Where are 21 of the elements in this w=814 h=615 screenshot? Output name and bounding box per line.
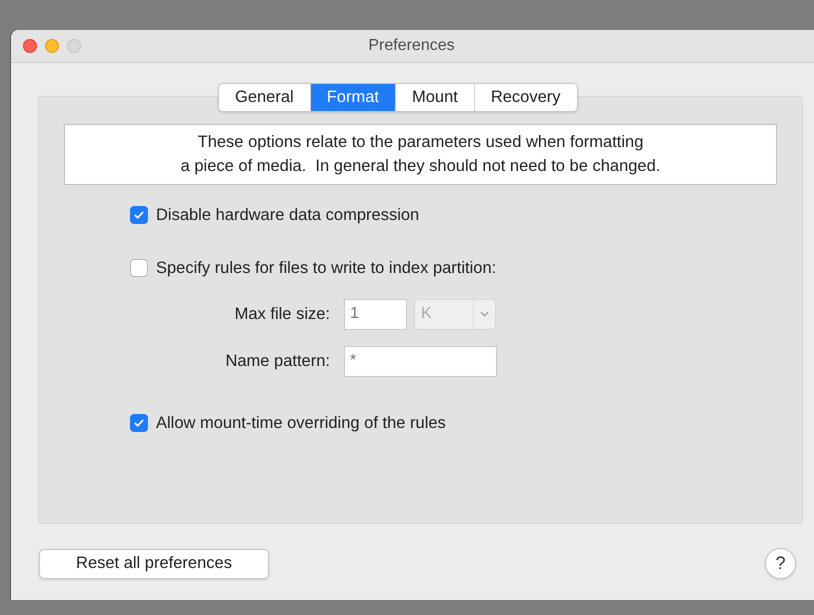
description-text: These options relate to the parameters used when formatting a piece of media. In general they should not need to be changed. bbox=[64, 124, 777, 185]
checkbox-label: Specify rules for files to write to index partition: bbox=[156, 258, 496, 279]
checkbox[interactable] bbox=[130, 206, 148, 224]
window-title: Preferences bbox=[368, 36, 455, 56]
field-label: Name pattern: bbox=[224, 350, 331, 372]
close-button[interactable] bbox=[23, 39, 37, 53]
field-label: Max file size: bbox=[234, 304, 331, 325]
tab[interactable]: Format bbox=[310, 84, 395, 111]
checkbox[interactable] bbox=[130, 259, 148, 277]
chevron-down-icon bbox=[480, 311, 489, 317]
help-button[interactable]: ? bbox=[765, 548, 796, 579]
checkmark-icon bbox=[133, 417, 145, 429]
tab[interactable]: Mount bbox=[394, 84, 474, 111]
tab[interactable]: Recovery bbox=[474, 84, 577, 111]
tab[interactable]: General bbox=[219, 84, 310, 111]
minimize-button[interactable] bbox=[45, 39, 59, 53]
checkmark-icon bbox=[133, 209, 145, 221]
checkbox-label: Disable hardware data compression bbox=[156, 204, 420, 226]
checkbox-label: Allow mount-time overriding of the rules bbox=[156, 412, 446, 434]
checkbox[interactable] bbox=[130, 414, 148, 432]
reset-button[interactable]: Reset all preferences bbox=[39, 548, 269, 578]
